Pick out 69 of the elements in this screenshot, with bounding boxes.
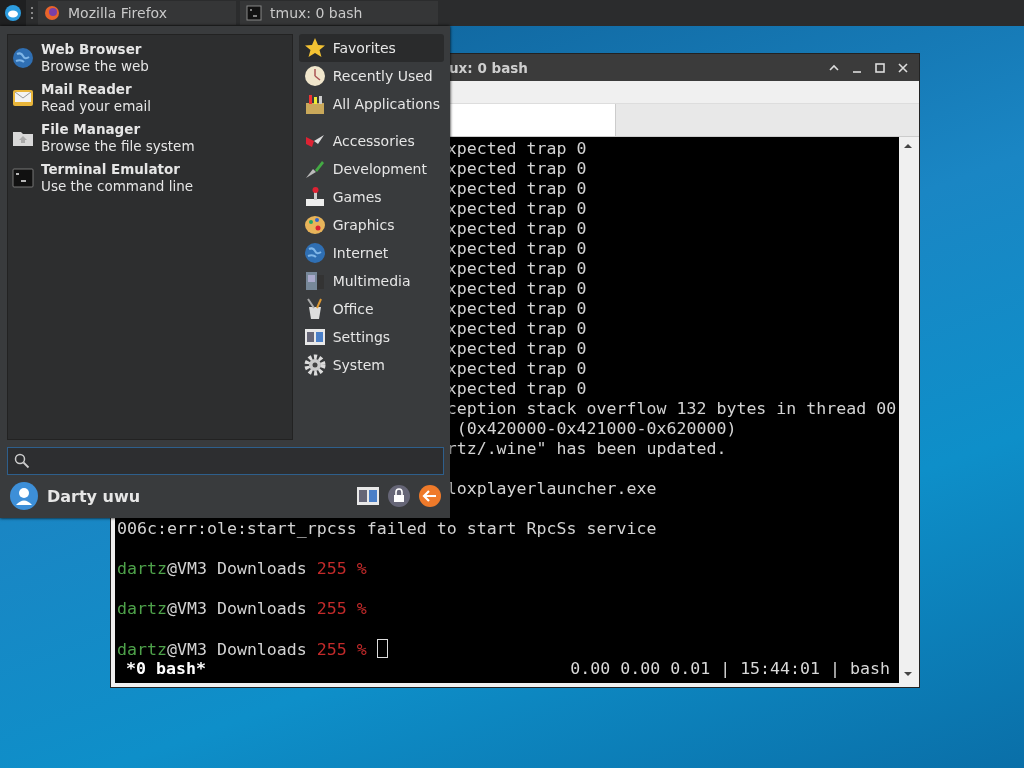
globe-icon	[302, 241, 327, 265]
palette-icon	[302, 213, 327, 237]
terminal-line: xpected trap 0	[446, 319, 587, 338]
lock-icon[interactable]	[388, 485, 410, 507]
taskbar-button[interactable]: tmux: 0 bash	[240, 1, 438, 25]
terminal-line: xpected trap 0	[446, 159, 587, 178]
prompt-path: @VM3 Downloads	[166, 559, 307, 578]
scroll-up-icon[interactable]	[902, 143, 913, 149]
prompt-user: dartz	[117, 559, 167, 578]
launcher-item[interactable]: Web Browser Browse the web	[11, 38, 289, 78]
category-item[interactable]: Internet	[298, 239, 444, 267]
category-item[interactable]: Development	[298, 155, 444, 183]
close-icon[interactable]	[897, 61, 909, 74]
terminal-line: loxplayerlauncher.exe	[446, 479, 657, 498]
terminal-icon	[11, 166, 35, 190]
tmux-status: 0.00 0.00 0.01 | 15:44:01 | bash	[570, 659, 890, 679]
maximize-icon[interactable]	[874, 61, 886, 74]
clock-icon	[302, 64, 327, 88]
prompt-path: @VM3 Downloads	[166, 640, 307, 659]
category-item[interactable]: Favorites	[298, 34, 444, 62]
category-item[interactable]: Recently Used	[298, 62, 444, 90]
prompt-path: @VM3 Downloads	[166, 599, 307, 618]
search-field[interactable]	[7, 447, 444, 475]
app-menu-button[interactable]	[0, 0, 26, 26]
mouse-logo-icon	[4, 4, 22, 22]
prompt-user: dartz	[117, 599, 167, 618]
gear-icon	[302, 353, 327, 377]
tmux-window-label: *0 bash*	[126, 659, 206, 679]
scroll-down-icon[interactable]	[902, 671, 913, 677]
terminal-line: xpected trap 0	[446, 179, 587, 198]
drag-handle-icon[interactable]	[30, 6, 34, 20]
globe-icon	[11, 46, 35, 70]
launcher-item[interactable]: File Manager Browse the file system	[11, 118, 289, 158]
settings-icon[interactable]	[357, 487, 379, 505]
launcher-item[interactable]: Terminal Emulator Use the command line	[11, 158, 289, 198]
category-item[interactable]: Games	[298, 183, 444, 211]
terminal-line: xpected trap 0	[446, 339, 587, 358]
terminal-line: xpected trap 0	[446, 379, 587, 398]
taskbar-button[interactable]: Mozilla Firefox	[38, 1, 236, 25]
terminal-line: xpected trap 0	[446, 259, 587, 278]
launcher-item[interactable]: Mail Reader Read your email	[11, 78, 289, 118]
terminal-icon	[246, 5, 262, 21]
category-item[interactable]: Office	[298, 295, 444, 323]
exit-code: 255 %	[316, 640, 367, 659]
terminal-line: rtz/.wine" has been updated.	[446, 439, 727, 458]
logout-icon[interactable]	[419, 485, 441, 507]
category-item[interactable]: System	[298, 351, 444, 379]
category-item[interactable]: Multimedia	[298, 267, 444, 295]
category-item[interactable]: Graphics	[298, 211, 444, 239]
category-item[interactable]: Settings	[298, 323, 444, 351]
exit-code: 255 %	[316, 559, 367, 578]
prompt-user: dartz	[117, 640, 167, 659]
category-item[interactable]: Accessories	[298, 127, 444, 155]
search-icon	[14, 453, 30, 469]
terminal-line: xpected trap 0	[446, 279, 587, 298]
terminal-line: (0x420000-0x421000-0x620000)	[455, 419, 737, 438]
terminal-line: 006c:err:ole:start_rpcss failed to start RpcSs service	[117, 519, 657, 538]
terminal-line: xpected trap 0	[446, 359, 587, 378]
terminal-line: xpected trap 0	[446, 239, 587, 258]
terminal-line: xpected trap 0	[446, 299, 587, 318]
window-title: ux: 0 bash	[449, 59, 528, 76]
terminal-line: ception stack overflow 132 bytes in thread 00	[446, 399, 897, 418]
terminal-line: xpected trap 0	[446, 199, 587, 218]
avatar-icon	[10, 482, 38, 510]
exit-code: 255 %	[316, 599, 367, 618]
terminal-line: xpected trap 0	[446, 219, 587, 238]
category-item[interactable]: All Applications	[298, 90, 444, 118]
user-name: Darty uwu	[47, 486, 141, 506]
terminal-line: xpected trap 0	[446, 139, 587, 158]
